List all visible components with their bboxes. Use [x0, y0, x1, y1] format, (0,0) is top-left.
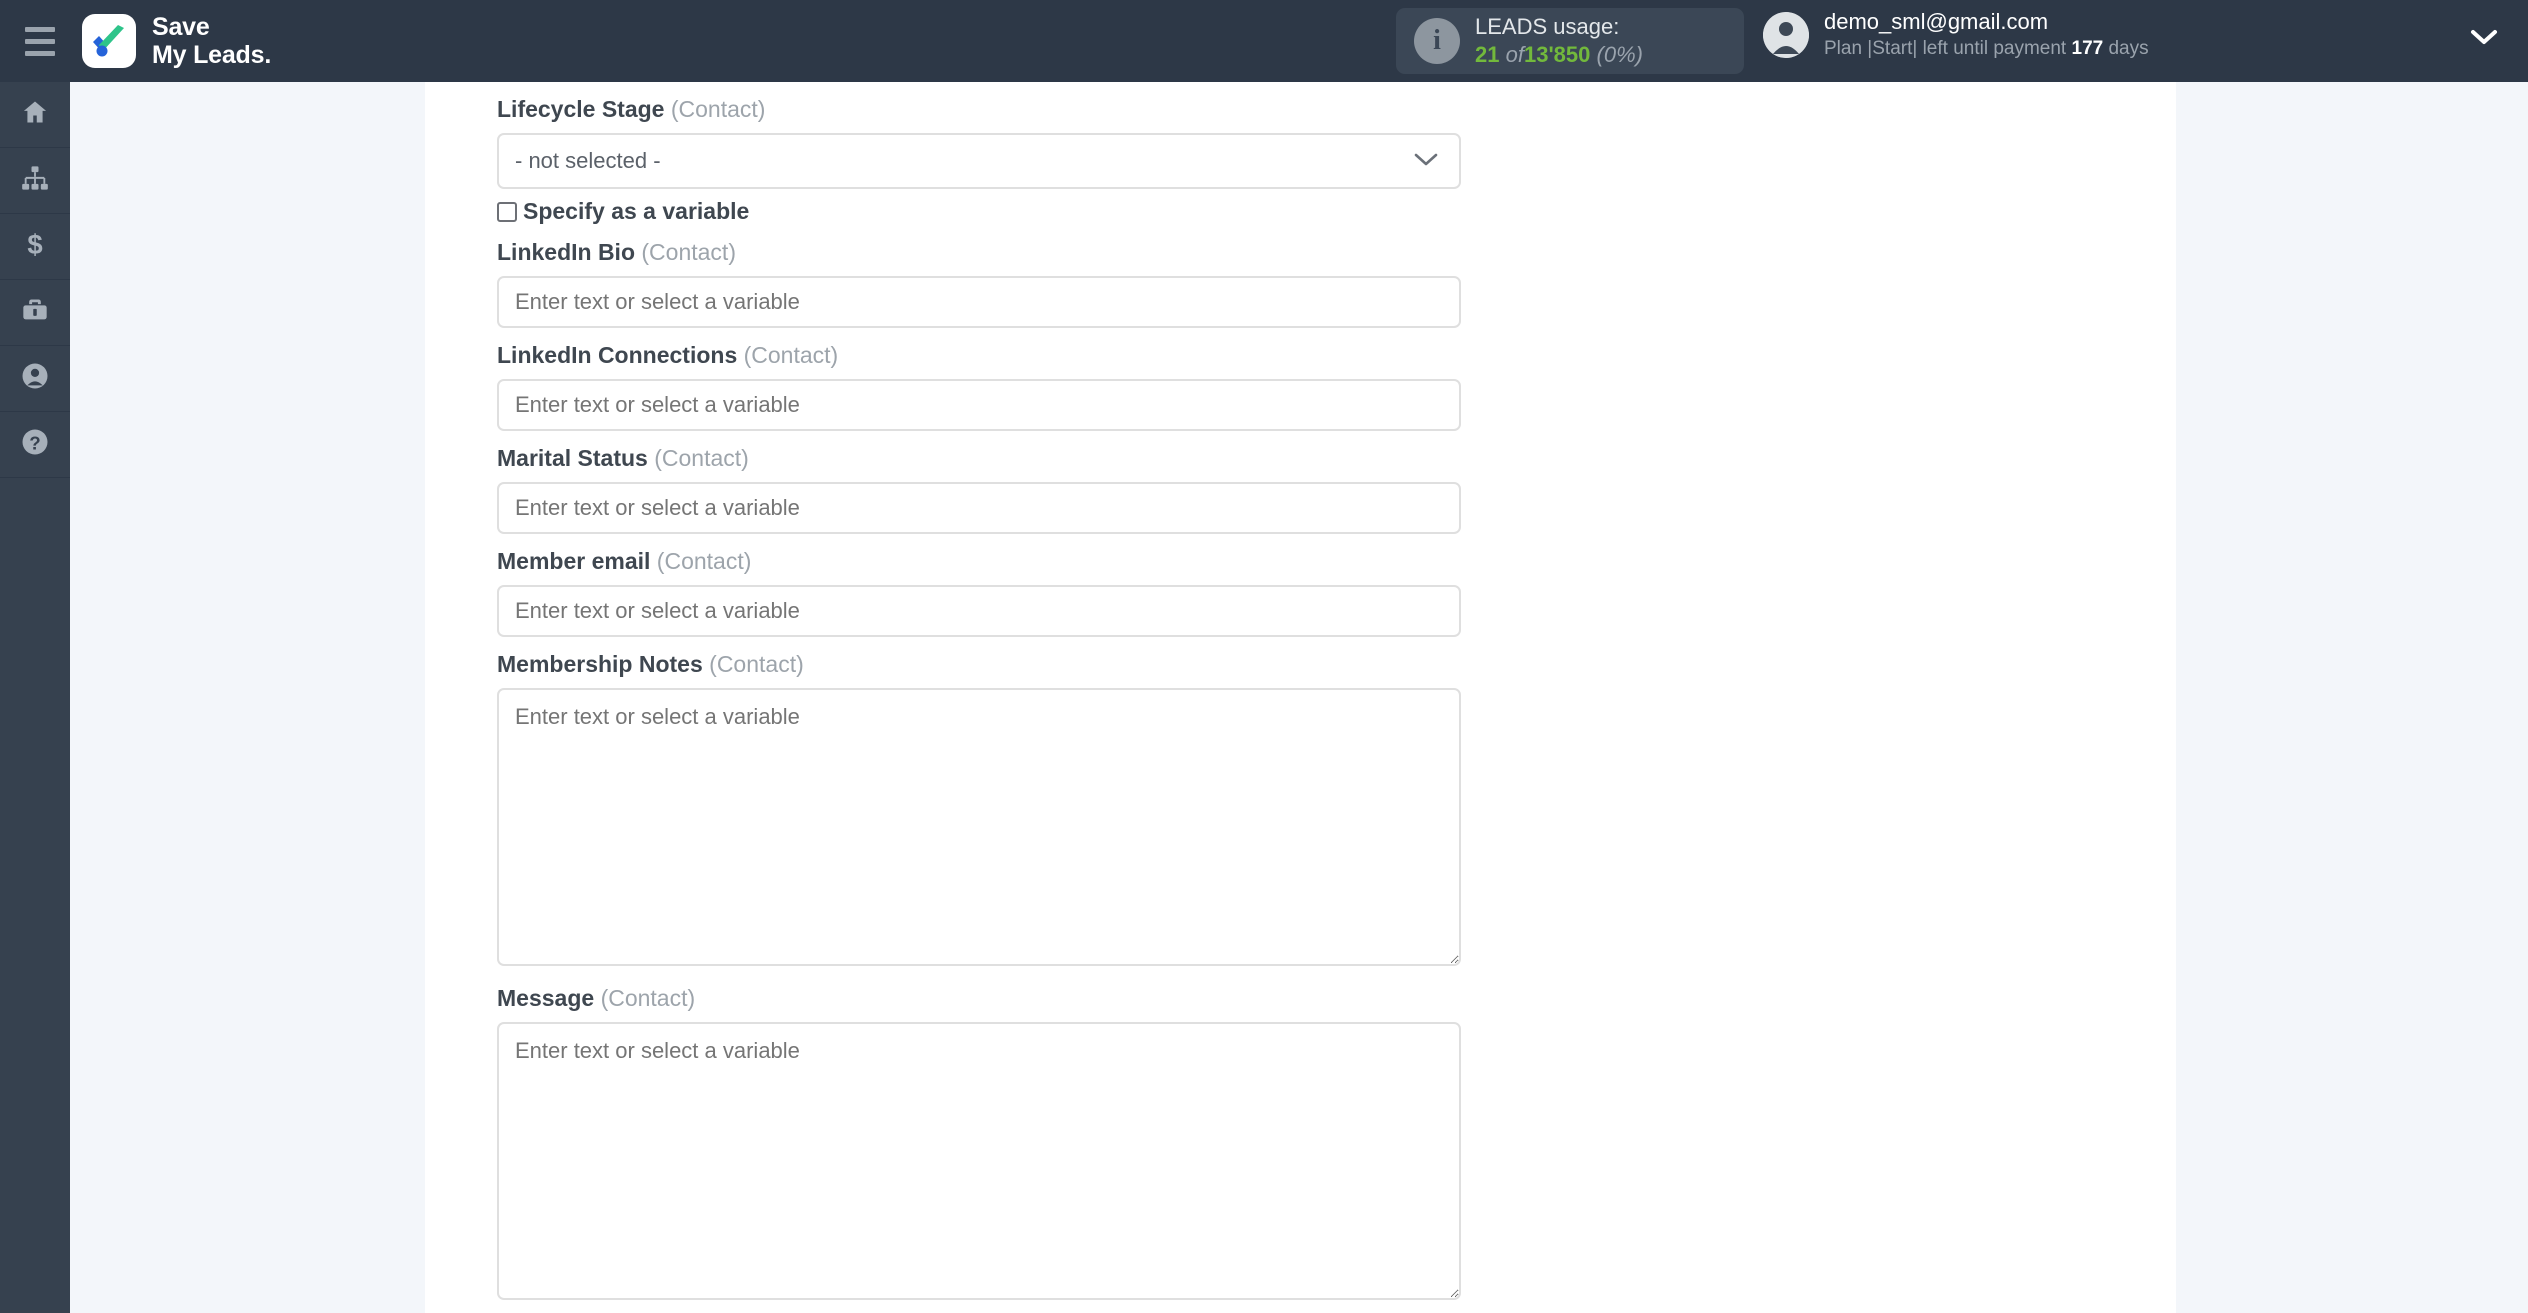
usage-percent: (0%) — [1596, 42, 1643, 67]
sidebar-item-billing[interactable]: $ — [0, 214, 70, 280]
field-label: LinkedIn Bio (Contact) — [497, 225, 1461, 276]
field-label-text: Member email — [497, 548, 651, 574]
specify-as-variable-checkbox-row[interactable]: Specify as a variable — [497, 198, 1461, 225]
field-linkedin-connections: LinkedIn Connections (Contact) — [497, 328, 1461, 431]
specify-as-variable-checkbox[interactable] — [497, 201, 517, 222]
linkedin-connections-input[interactable] — [497, 379, 1461, 431]
sidebar-item-account[interactable] — [0, 346, 70, 412]
user-circle-icon — [20, 361, 50, 396]
plan-days-suffix: days — [2108, 37, 2149, 59]
hamburger-bar — [25, 50, 55, 56]
checkmark-logo-icon — [82, 14, 136, 68]
specify-as-variable-label: Specify as a variable — [523, 198, 750, 224]
hamburger-bar — [25, 26, 55, 32]
brand-line-2: My Leads. — [152, 41, 272, 69]
field-label: Marital Status (Contact) — [497, 431, 1461, 482]
field-label-context: (Contact) — [743, 342, 839, 368]
field-lifecycle-stage: Lifecycle Stage (Contact) - not selected… — [497, 82, 1461, 225]
plan-prefix: Plan |Start| left until payment — [1824, 37, 2067, 59]
field-label-context: (Contact) — [670, 96, 766, 122]
field-linkedin-bio: LinkedIn Bio (Contact) — [497, 225, 1461, 328]
field-label-context: (Contact) — [656, 548, 752, 574]
brand-logo[interactable]: Save My Leads. — [82, 13, 271, 69]
brand-line-1: Save — [152, 13, 210, 41]
sitemap-icon — [20, 164, 50, 197]
usage-text-block: LEADS usage: 21 of13'850 (0%) — [1475, 13, 1643, 69]
field-label-text: Message — [497, 985, 595, 1011]
field-label: Message (Contact) — [497, 971, 1461, 1022]
marital-status-input[interactable] — [497, 482, 1461, 534]
member-email-input[interactable] — [497, 585, 1461, 637]
field-label-context: (Contact) — [641, 239, 736, 265]
svg-text:?: ? — [29, 433, 40, 454]
plan-days-value: 177 — [2071, 37, 2104, 59]
field-label-text: LinkedIn Bio — [497, 239, 635, 265]
field-mapping-form: Lifecycle Stage (Contact) - not selected… — [497, 82, 1461, 1305]
hamburger-menu-icon[interactable] — [18, 19, 62, 63]
user-account-block[interactable]: demo_sml@gmail.com Plan |Start| left unt… — [1763, 8, 2149, 61]
user-plan-info: Plan |Start| left until payment 177 days — [1824, 37, 2149, 62]
home-icon — [20, 98, 50, 131]
field-membership-notes: Membership Notes (Contact) — [497, 637, 1461, 971]
lifecycle-stage-select[interactable]: - not selected - — [497, 133, 1461, 189]
user-avatar-icon — [1763, 11, 1809, 58]
linkedin-bio-input[interactable] — [497, 276, 1461, 328]
field-label: Lifecycle Stage (Contact) — [497, 82, 1461, 133]
field-label-context: (Contact) — [709, 651, 804, 677]
field-label-text: Lifecycle Stage — [497, 96, 665, 122]
message-textarea[interactable] — [497, 1022, 1461, 1300]
sidebar-item-business[interactable] — [0, 280, 70, 346]
user-text-block: demo_sml@gmail.com Plan |Start| left unt… — [1824, 8, 2149, 61]
membership-notes-textarea[interactable] — [497, 688, 1461, 966]
briefcase-icon — [20, 296, 50, 329]
field-label: Membership Notes (Contact) — [497, 637, 1461, 688]
top-header-bar: Save My Leads. i LEADS usage: 21 of13'85… — [0, 0, 2528, 82]
sidebar-item-home[interactable] — [0, 82, 70, 148]
usage-used: 21 — [1475, 42, 1500, 67]
user-email: demo_sml@gmail.com — [1824, 9, 2049, 34]
leads-usage-badge[interactable]: i LEADS usage: 21 of13'850 (0%) — [1396, 8, 1744, 74]
question-circle-icon: ? — [20, 427, 50, 462]
sidebar-item-help[interactable]: ? — [0, 412, 70, 478]
field-label-text: Marital Status — [497, 445, 648, 471]
left-sidebar: $ ? — [0, 82, 70, 1313]
usage-title: LEADS usage: — [1475, 13, 1620, 39]
chevron-down-icon — [1413, 135, 1439, 187]
field-label-text: Membership Notes — [497, 651, 703, 677]
brand-name: Save My Leads. — [152, 13, 271, 69]
hamburger-bar — [25, 38, 55, 44]
field-label: LinkedIn Connections (Contact) — [497, 328, 1461, 379]
usage-numbers: 21 of13'850 (0%) — [1475, 41, 1643, 69]
usage-of-word: of — [1505, 42, 1524, 67]
field-label-context: (Contact) — [600, 985, 696, 1011]
svg-text:$: $ — [27, 229, 42, 259]
field-message: Message (Contact) — [497, 971, 1461, 1305]
lifecycle-stage-value: - not selected - — [515, 148, 661, 173]
dollar-icon: $ — [20, 229, 50, 264]
field-label-context: (Contact) — [654, 445, 749, 471]
field-label: Member email (Contact) — [497, 534, 1461, 585]
info-icon: i — [1414, 18, 1460, 64]
field-label-text: LinkedIn Connections — [497, 342, 738, 368]
usage-total: 13'850 — [1523, 42, 1591, 67]
sidebar-item-connections[interactable] — [0, 148, 70, 214]
field-member-email: Member email (Contact) — [497, 534, 1461, 637]
field-marital-status: Marital Status (Contact) — [497, 431, 1461, 534]
chevron-down-icon[interactable] — [2470, 28, 2498, 51]
